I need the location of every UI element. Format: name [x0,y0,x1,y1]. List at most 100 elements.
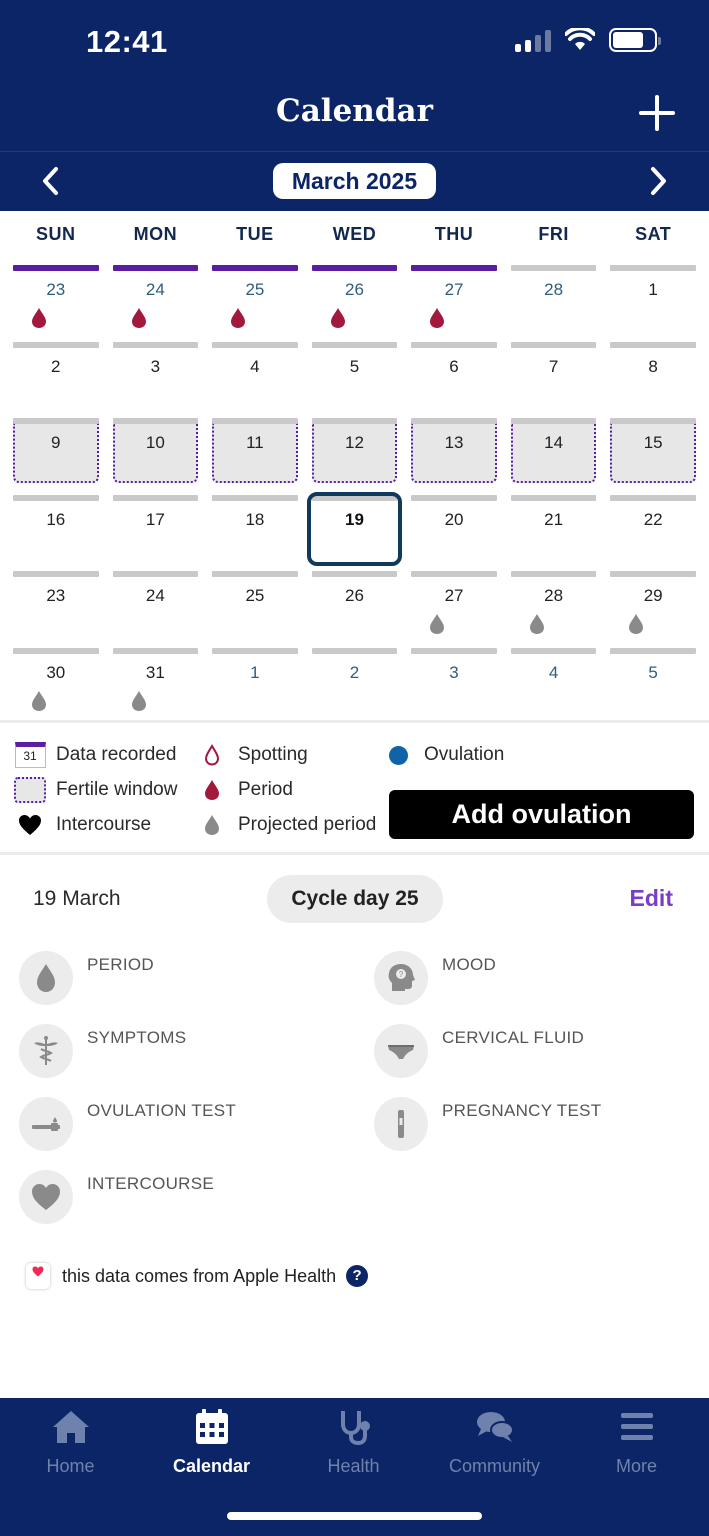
calendar-day[interactable]: 4 [205,341,305,418]
calendar-day[interactable]: 21 [504,494,604,571]
add-entry-button[interactable] [637,93,677,133]
calendar-day[interactable]: 1 [603,264,703,341]
category-mood[interactable]: ? MOOD [374,951,496,1005]
weekday-label: THU [434,224,474,244]
day-number: 12 [345,433,364,452]
help-icon[interactable]: ? [346,1265,369,1287]
section-divider [0,720,709,723]
data-recorded-bar [13,265,99,271]
category-symptoms[interactable]: SYMPTOMS [19,1024,186,1078]
calendar-day[interactable]: 13 [404,417,504,494]
calendar-day[interactable]: 4 [504,647,604,724]
calendar-day[interactable]: 9 [6,417,106,494]
day-number: 5 [349,356,360,376]
calendar-day[interactable]: 3 [106,341,206,418]
day-number: 15 [643,433,663,452]
calendar-day[interactable]: 25 [205,264,305,341]
tab-community[interactable]: Community [424,1406,565,1477]
calendar-day[interactable]: 15 [603,417,703,494]
calendar-day[interactable]: 5 [603,647,703,724]
calendar-week: 16 17 18 19 20 21 22 [6,491,703,571]
day-bar [610,494,696,501]
calendar-day[interactable]: 25 [205,570,305,647]
calendar-day[interactable]: 8 [603,341,703,418]
tab-health[interactable]: Health [283,1406,424,1477]
add-ovulation-button[interactable]: Add ovulation [389,790,694,839]
calendar-day[interactable]: 5 [305,341,405,418]
calendar-day[interactable]: 23 [6,264,106,341]
heart-icon [19,815,41,835]
calendar-day[interactable]: 31 [106,647,206,724]
projected-drop-icon [31,690,47,712]
day-bar [510,341,597,348]
day-number: 21 [544,509,564,529]
day-number: 5 [648,662,658,682]
calendar-day[interactable]: 12 [305,417,405,494]
category-ovulation-test[interactable]: OVULATION TEST [19,1097,236,1151]
category-period[interactable]: PERIOD [19,951,154,1005]
pregnancy-test-icon [398,1110,404,1138]
calendar-day[interactable]: 20 [404,494,504,571]
next-month-button[interactable] [639,163,675,199]
day-number: 4 [250,356,260,376]
calendar-day[interactable]: 22 [603,494,703,571]
calendar-day[interactable]: 18 [205,494,305,571]
month-selector[interactable]: March 2025 [273,163,436,199]
projected-drop-icon [429,613,445,635]
calendar-day[interactable]: 26 [305,570,405,647]
legend-intercourse: Intercourse [14,811,151,839]
calendar-day[interactable]: 26 [305,264,405,341]
day-bar [112,418,199,424]
spotting-drop-icon [204,744,220,766]
calendar-day[interactable]: 10 [106,417,206,494]
calendar-day[interactable]: 14 [504,417,604,494]
data-recorded-bar [112,265,199,271]
calendar-day[interactable]: 2 [305,647,405,724]
day-number: 9 [51,433,61,452]
calendar-day[interactable]: 2 [6,341,106,418]
category-label: CERVICAL FLUID [442,1028,585,1047]
header-divider [0,151,709,152]
calendar-day[interactable]: 1 [205,647,305,724]
day-bar [510,571,597,577]
calendar-day[interactable]: 23 [6,570,106,647]
weekday-label: FRI [538,224,569,244]
projected-drop-icon [628,613,644,635]
health-note-text: this data comes from Apple Health [62,1265,337,1286]
calendar-week: 9 10 11 12 13 14 15 [6,417,703,494]
calendar-day[interactable]: 27 [404,264,504,341]
category-intercourse[interactable]: INTERCOURSE [19,1170,214,1224]
calendar-day[interactable]: 27 [404,570,504,647]
calendar-day-selected[interactable]: 19 [305,491,405,571]
calendar-day[interactable]: 16 [6,494,106,571]
calendar-day[interactable]: 28 [504,264,604,341]
category-pregnancy-test[interactable]: PREGNANCY TEST [374,1097,601,1151]
calendar-day[interactable]: 6 [404,341,504,418]
day-bar [510,494,597,501]
tab-home[interactable]: Home [0,1406,141,1477]
calendar-day[interactable]: 7 [504,341,604,418]
edit-button[interactable]: Edit [630,885,673,912]
calendar-day[interactable]: 29 [603,570,703,647]
calendar-day[interactable]: 24 [106,264,206,341]
period-drop-icon [429,307,445,329]
calendar-day[interactable]: 24 [106,570,206,647]
calendar-week: 23 24 25 26 27 28 1 [6,264,703,341]
legend: 31 Data recorded Fertile window Intercou… [0,735,709,855]
calendar-week: 23 24 25 26 27 28 29 [6,570,703,647]
tab-more[interactable]: More [566,1406,707,1477]
calendar-day[interactable]: 30 [6,647,106,724]
calendar-day[interactable]: 11 [205,417,305,494]
calendar-day[interactable]: 28 [504,570,604,647]
calendar-day[interactable]: 17 [106,494,206,571]
day-bar [610,265,696,271]
tab-calendar[interactable]: Calendar [141,1406,282,1477]
category-cervical-fluid[interactable]: CERVICAL FLUID [374,1024,584,1078]
test-strip-icon [32,1117,60,1131]
day-number: 17 [145,509,165,529]
drop-icon [37,964,55,992]
calendar-day[interactable]: 3 [404,647,504,724]
head-icon: ? [388,964,415,991]
previous-month-button[interactable] [34,163,70,199]
svg-text:?: ? [399,970,404,979]
